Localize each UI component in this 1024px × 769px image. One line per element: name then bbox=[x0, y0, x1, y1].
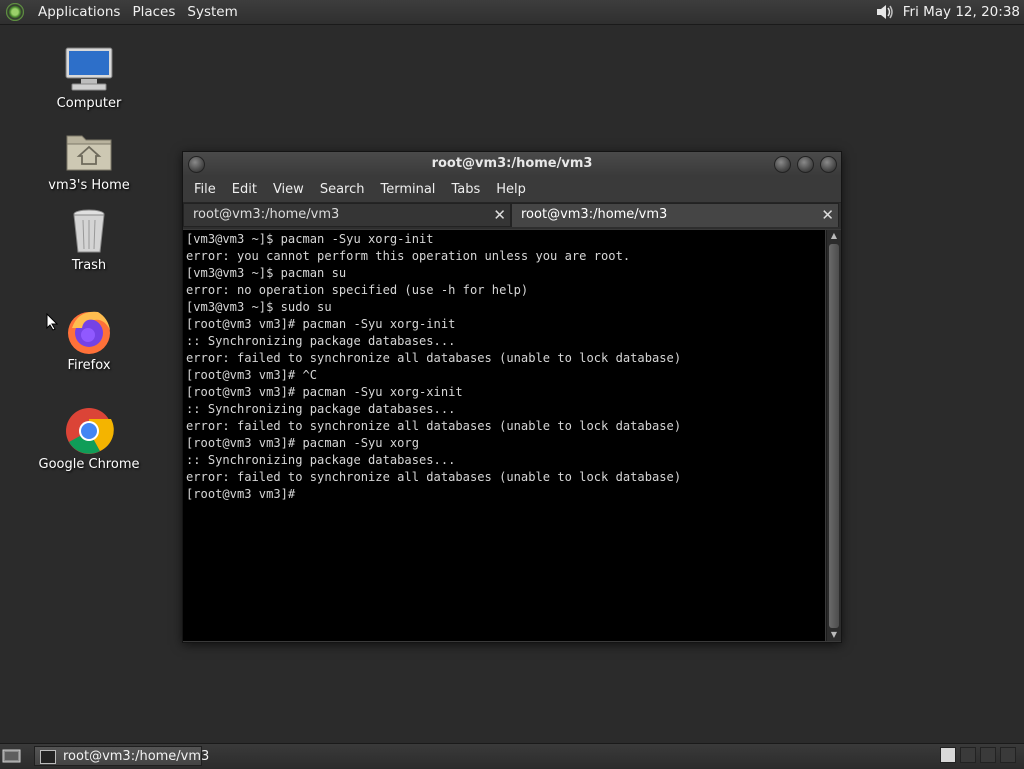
menu-tabs[interactable]: Tabs bbox=[443, 182, 488, 197]
system-menu[interactable]: System bbox=[181, 4, 243, 20]
applications-menu[interactable]: Applications bbox=[32, 4, 126, 20]
volume-icon[interactable] bbox=[875, 3, 895, 21]
show-desktop-icon[interactable] bbox=[2, 747, 22, 765]
tab-bar: root@vm3:/home/vm3 ✕ root@vm3:/home/vm3 … bbox=[183, 202, 841, 229]
top-panel-menus: Applications Places System bbox=[0, 0, 244, 24]
trash-icon bbox=[64, 208, 114, 256]
terminal-text: [vm3@vm3 ~]$ pacman -Syu xorg-init error… bbox=[183, 230, 825, 503]
clock[interactable]: Fri May 12, 20:38 bbox=[895, 4, 1020, 20]
maximize-button[interactable] bbox=[797, 156, 814, 173]
top-panel-tray: Fri May 12, 20:38 bbox=[875, 0, 1020, 24]
menu-terminal[interactable]: Terminal bbox=[372, 182, 443, 197]
desktop-icon-home[interactable]: vm3's Home bbox=[34, 128, 144, 194]
workspace-1[interactable] bbox=[940, 747, 956, 763]
desktop-icon-label: Google Chrome bbox=[34, 457, 144, 473]
home-folder-icon bbox=[64, 128, 114, 176]
menu-search[interactable]: Search bbox=[312, 182, 373, 197]
firefox-icon bbox=[64, 308, 114, 356]
menu-help[interactable]: Help bbox=[488, 182, 534, 197]
workspace-3[interactable] bbox=[980, 747, 996, 763]
close-tab-icon[interactable]: ✕ bbox=[821, 204, 834, 226]
close-tab-icon[interactable]: ✕ bbox=[493, 204, 506, 226]
scroll-down-icon[interactable]: ▼ bbox=[827, 629, 841, 641]
tab-2[interactable]: root@vm3:/home/vm3 ✕ bbox=[511, 203, 839, 227]
desktop-icon-label: Trash bbox=[34, 258, 144, 274]
desktop-icon-label: Computer bbox=[34, 96, 144, 112]
top-panel: Applications Places System Fri May 12, 2… bbox=[0, 0, 1024, 25]
window-titlebar[interactable]: root@vm3:/home/vm3 bbox=[183, 152, 841, 176]
menu-view[interactable]: View bbox=[265, 182, 312, 197]
menu-edit[interactable]: Edit bbox=[224, 182, 265, 197]
window-menu-button[interactable] bbox=[188, 156, 205, 173]
close-window-button[interactable] bbox=[820, 156, 837, 173]
tab-1[interactable]: root@vm3:/home/vm3 ✕ bbox=[183, 203, 511, 227]
mouse-cursor-icon bbox=[46, 313, 58, 331]
distro-logo-icon[interactable] bbox=[6, 3, 24, 21]
desktop-icon-computer[interactable]: Computer bbox=[34, 46, 144, 112]
scroll-up-icon[interactable]: ▲ bbox=[827, 230, 841, 242]
taskbar-button-label: root@vm3:/home/vm3 bbox=[63, 749, 209, 764]
scrollbar-thumb[interactable] bbox=[829, 244, 839, 628]
terminal-icon bbox=[40, 750, 56, 764]
minimize-button[interactable] bbox=[774, 156, 791, 173]
desktop-icon-trash[interactable]: Trash bbox=[34, 208, 144, 274]
computer-icon bbox=[64, 46, 114, 94]
workspace-4[interactable] bbox=[1000, 747, 1016, 763]
desktop-icon-label: vm3's Home bbox=[34, 178, 144, 194]
chrome-icon bbox=[64, 407, 114, 455]
tab-label: root@vm3:/home/vm3 bbox=[193, 207, 339, 222]
menu-file[interactable]: File bbox=[186, 182, 224, 197]
workspace-2[interactable] bbox=[960, 747, 976, 763]
desktop-icon-label: Firefox bbox=[34, 358, 144, 374]
terminal-window[interactable]: root@vm3:/home/vm3 File Edit View Search… bbox=[182, 151, 842, 643]
desktop-icon-chrome[interactable]: Google Chrome bbox=[34, 407, 144, 473]
window-title: root@vm3:/home/vm3 bbox=[432, 156, 593, 171]
tab-label: root@vm3:/home/vm3 bbox=[521, 207, 667, 222]
taskbar-button-terminal[interactable]: root@vm3:/home/vm3 bbox=[34, 746, 202, 766]
places-menu[interactable]: Places bbox=[126, 4, 181, 20]
bottom-panel: root@vm3:/home/vm3 bbox=[0, 743, 1024, 768]
window-menubar: File Edit View Search Terminal Tabs Help bbox=[183, 176, 841, 202]
terminal-scrollbar[interactable]: ▲ ▼ bbox=[826, 230, 841, 641]
terminal-output[interactable]: [vm3@vm3 ~]$ pacman -Syu xorg-init error… bbox=[183, 230, 825, 641]
